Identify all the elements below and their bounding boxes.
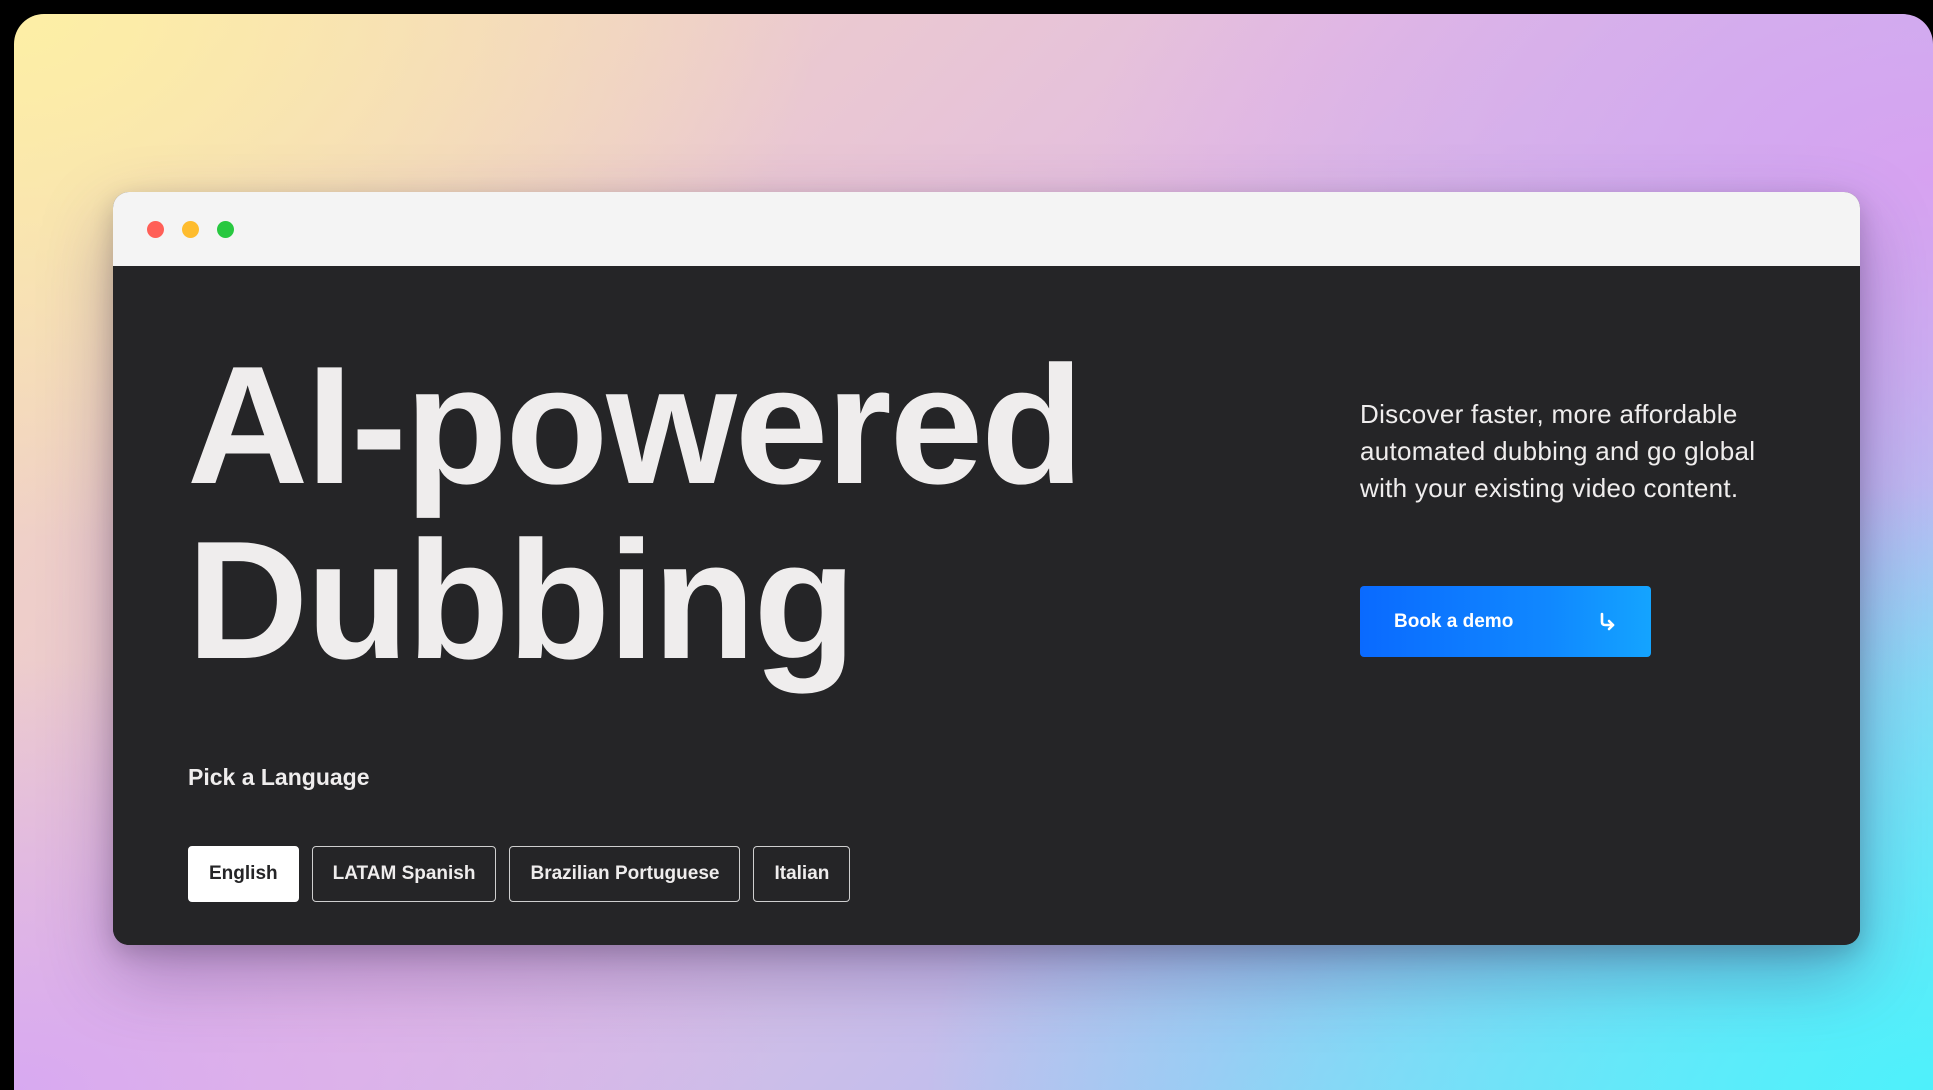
maximize-window-button[interactable]	[217, 221, 234, 238]
headline-line-2: Dubbing	[187, 506, 856, 694]
book-demo-label: Book a demo	[1394, 610, 1514, 632]
language-selector: English LATAM Spanish Brazilian Portugue…	[188, 846, 851, 902]
gradient-background: AI-powered Dubbing Discover faster, more…	[14, 14, 1933, 1090]
language-option-brazilian-portuguese[interactable]: Brazilian Portuguese	[509, 846, 741, 902]
language-option-label: LATAM Spanish	[332, 863, 476, 884]
pick-language-label: Pick a Language	[188, 764, 370, 790]
language-option-italian[interactable]: Italian	[753, 846, 851, 902]
language-option-label: Brazilian Portuguese	[530, 863, 720, 884]
hero-section: AI-powered Dubbing Discover faster, more…	[113, 266, 1860, 945]
hero-description: Discover faster, more affordable automat…	[1360, 399, 1756, 503]
language-option-english[interactable]: English	[188, 846, 299, 902]
headline-line-1: AI-powered	[187, 331, 1084, 519]
window-titlebar	[113, 192, 1860, 267]
browser-window: AI-powered Dubbing Discover faster, more…	[113, 192, 1860, 945]
hero-headline: AI-powered Dubbing	[187, 331, 1084, 694]
language-option-latam-spanish[interactable]: LATAM Spanish	[311, 846, 497, 902]
language-option-label: English	[209, 863, 278, 884]
book-demo-button[interactable]: Book a demo	[1360, 586, 1651, 657]
minimize-window-button[interactable]	[182, 221, 199, 238]
language-option-label: Italian	[774, 863, 830, 884]
close-window-button[interactable]	[147, 221, 164, 238]
arrow-turn-down-right-icon	[1600, 612, 1615, 630]
